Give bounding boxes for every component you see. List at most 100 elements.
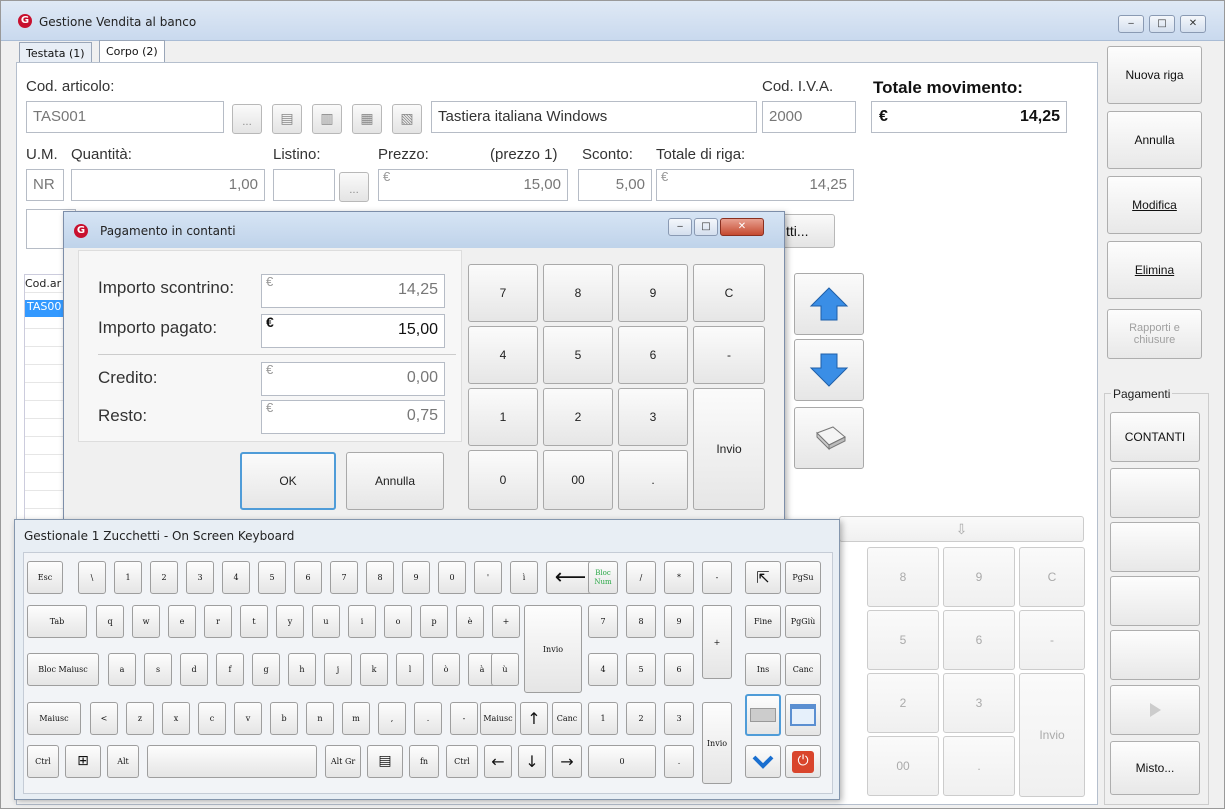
key-invio[interactable]: Invio xyxy=(524,605,582,693)
key-b[interactable]: b xyxy=(270,702,298,735)
pay-slot-1[interactable] xyxy=(1110,468,1200,518)
dlg-key-7[interactable]: 7 xyxy=(468,264,538,322)
restore-keyboard-button[interactable] xyxy=(785,694,821,736)
key-space[interactable] xyxy=(147,745,317,778)
pay-slot-4[interactable] xyxy=(1110,630,1200,680)
keyboard-button[interactable] xyxy=(794,407,864,469)
key-minus[interactable]: - xyxy=(450,702,478,735)
annulla-button[interactable]: Annulla xyxy=(1107,111,1202,169)
key-9[interactable]: 9 xyxy=(402,561,430,594)
minimize-keyboard-button[interactable] xyxy=(745,694,781,736)
key-6[interactable]: 6 xyxy=(294,561,322,594)
descrizione-field[interactable]: Tastiera italiana Windows xyxy=(431,101,757,133)
key-np-minus[interactable]: - xyxy=(702,561,732,594)
key-period[interactable]: . xyxy=(414,702,442,735)
listino-field[interactable] xyxy=(273,169,335,201)
bg-key-8[interactable]: 8 xyxy=(867,547,939,607)
key-ctrl-right[interactable]: Ctrl xyxy=(446,745,478,778)
next-page-button[interactable] xyxy=(1110,685,1200,735)
bg-key-dot[interactable]: . xyxy=(943,736,1015,796)
grid-row-selected[interactable]: TAS00 xyxy=(25,300,68,317)
elimina-button[interactable]: Elimina xyxy=(1107,241,1202,299)
bg-key-00[interactable]: 00 xyxy=(867,736,939,796)
key-maiusc-left[interactable]: Maiusc xyxy=(27,702,81,735)
bg-key-9[interactable]: 9 xyxy=(943,547,1015,607)
key-fine[interactable]: Fine xyxy=(745,605,781,638)
key-r[interactable]: r xyxy=(204,605,232,638)
key-fn[interactable]: fn xyxy=(409,745,439,778)
dlg-key-dot[interactable]: . xyxy=(618,450,688,510)
key-np-9[interactable]: 9 xyxy=(664,605,694,638)
dialog-maximize-button[interactable]: □ xyxy=(694,218,718,236)
key-alt[interactable]: Alt xyxy=(107,745,139,778)
bg-key-5[interactable]: 5 xyxy=(867,610,939,670)
bg-key-c[interactable]: C xyxy=(1019,547,1085,607)
key-apostrophe[interactable]: ' xyxy=(474,561,502,594)
key-n[interactable]: n xyxy=(306,702,334,735)
key-x[interactable]: x xyxy=(162,702,190,735)
importo-pagato-field[interactable]: €15,00 xyxy=(261,314,445,348)
key-0[interactable]: 0 xyxy=(438,561,466,594)
dlg-key-8[interactable]: 8 xyxy=(543,264,613,322)
cod-iva-field[interactable]: 2000 xyxy=(762,101,856,133)
um-field[interactable]: NR xyxy=(26,169,64,201)
pay-slot-3[interactable] xyxy=(1110,576,1200,626)
lookup-button[interactable]: ... xyxy=(232,104,262,134)
close-keyboard-button[interactable]: ⏻ xyxy=(785,745,821,778)
up-button[interactable] xyxy=(794,273,864,335)
key-np-5[interactable]: 5 xyxy=(626,653,656,686)
key-e-grave[interactable]: è xyxy=(456,605,484,638)
dlg-key-4[interactable]: 4 xyxy=(468,326,538,384)
key-np-7[interactable]: 7 xyxy=(588,605,618,638)
ok-button[interactable]: OK xyxy=(240,452,336,510)
key-np-invio[interactable]: Invio xyxy=(702,702,732,784)
key-backslash[interactable]: \ xyxy=(78,561,106,594)
key-m[interactable]: m xyxy=(342,702,370,735)
catalog-icon[interactable]: ▧ xyxy=(392,104,422,134)
key-h[interactable]: h xyxy=(288,653,316,686)
key-bloc-maiusc[interactable]: Bloc Maiusc xyxy=(27,653,99,686)
dlg-key-minus[interactable]: - xyxy=(693,326,765,384)
misto-button[interactable]: Misto... xyxy=(1110,741,1200,795)
key-c[interactable]: c xyxy=(198,702,226,735)
rapporti-button[interactable]: Rapporti e chiusure xyxy=(1107,309,1202,359)
tab-corpo[interactable]: Corpo (2) xyxy=(99,40,165,64)
bg-key-minus[interactable]: - xyxy=(1019,610,1085,670)
close-button[interactable]: ✕ xyxy=(1180,15,1206,33)
dlg-key-00[interactable]: 00 xyxy=(543,450,613,510)
key-arrow-right[interactable]: → xyxy=(552,745,582,778)
nuova-riga-button[interactable]: Nuova riga xyxy=(1107,46,1202,104)
dlg-key-2[interactable]: 2 xyxy=(543,388,613,446)
dialog-minimize-button[interactable]: ‒ xyxy=(668,218,692,236)
listino-lookup-button[interactable]: ... xyxy=(339,172,369,202)
key-np-2[interactable]: 2 xyxy=(626,702,656,735)
bg-key-invio[interactable]: Invio xyxy=(1019,673,1085,797)
key-u-grave[interactable]: ù xyxy=(491,653,519,686)
key-e[interactable]: e xyxy=(168,605,196,638)
key-comma[interactable]: , xyxy=(378,702,406,735)
key-less-than[interactable]: < xyxy=(90,702,118,735)
key-maiusc-right[interactable]: Maiusc xyxy=(480,702,516,735)
key-np-multiply[interactable]: * xyxy=(664,561,694,594)
key-z[interactable]: z xyxy=(126,702,154,735)
dlg-key-c[interactable]: C xyxy=(693,264,765,322)
key-l[interactable]: l xyxy=(396,653,424,686)
dlg-key-0[interactable]: 0 xyxy=(468,450,538,510)
dialog-close-button[interactable]: ✕ xyxy=(720,218,764,236)
key-7[interactable]: 7 xyxy=(330,561,358,594)
tab-testata[interactable]: Testata (1) xyxy=(19,42,92,64)
key-arrow-down[interactable]: ↓ xyxy=(518,745,546,778)
key-8[interactable]: 8 xyxy=(366,561,394,594)
bg-key-3[interactable]: 3 xyxy=(943,673,1015,733)
key-pgsu[interactable]: PgSu xyxy=(785,561,821,594)
modifica-button[interactable]: Modifica xyxy=(1107,176,1202,234)
key-d[interactable]: d xyxy=(180,653,208,686)
key-4[interactable]: 4 xyxy=(222,561,250,594)
key-o-grave[interactable]: ò xyxy=(432,653,460,686)
key-menu[interactable]: ▤ xyxy=(367,745,403,778)
dlg-key-1[interactable]: 1 xyxy=(468,388,538,446)
key-np-0[interactable]: 0 xyxy=(588,745,656,778)
key-np-divide[interactable]: / xyxy=(626,561,656,594)
dialog-annulla-button[interactable]: Annulla xyxy=(346,452,444,510)
key-tab[interactable]: Tab xyxy=(27,605,87,638)
